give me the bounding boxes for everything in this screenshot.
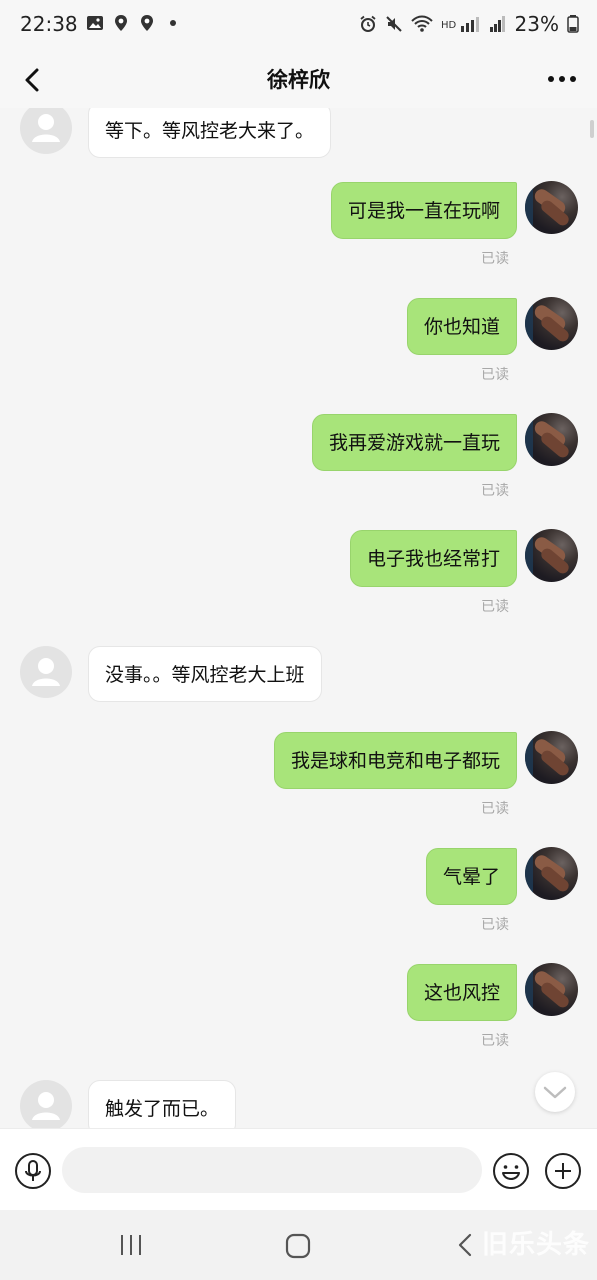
message-bubble[interactable]: 触发了而已。 — [88, 1080, 237, 1128]
dot-icon — [170, 20, 176, 26]
contact-avatar[interactable] — [20, 646, 72, 698]
read-status: 已读 — [481, 1033, 509, 1049]
user-avatar[interactable] — [525, 847, 578, 900]
battery-percent: 23% — [514, 12, 559, 36]
home-icon[interactable] — [284, 1232, 312, 1260]
message-bubble[interactable]: 我再爱游戏就一直玩 — [311, 414, 517, 471]
message-bubble[interactable]: 这也风控 — [406, 964, 517, 1021]
user-avatar[interactable] — [525, 413, 578, 466]
message-bubble[interactable]: 没事。。等风控老大上班 — [88, 646, 322, 702]
scroll-to-bottom-button[interactable] — [535, 1072, 575, 1112]
contact-name: 徐梓欣 — [267, 68, 330, 92]
read-status: 已读 — [481, 599, 509, 615]
more-dots-icon[interactable] — [545, 64, 579, 94]
emoji-icon[interactable] — [492, 1152, 530, 1190]
read-status: 已读 — [481, 917, 509, 933]
signal-icon — [489, 16, 505, 32]
read-status: 已读 — [481, 483, 509, 499]
contact-avatar[interactable] — [20, 108, 72, 154]
status-system-icons: HD 23% — [359, 12, 579, 36]
hd-signal-icon: HD — [441, 17, 479, 32]
mute-icon — [385, 16, 402, 32]
location-icon — [115, 15, 127, 31]
user-avatar[interactable] — [525, 297, 578, 350]
watermark: 旧乐头条 — [481, 1230, 590, 1260]
message-input[interactable] — [62, 1147, 482, 1193]
alarm-icon — [359, 15, 376, 32]
battery-icon — [567, 15, 579, 33]
default-avatar-icon — [32, 658, 60, 686]
input-bar — [0, 1128, 597, 1211]
user-avatar[interactable] — [525, 963, 578, 1016]
message-bubble[interactable]: 等下。等风控老大来了。 — [88, 108, 332, 158]
chat-header: 徐梓欣 — [0, 52, 597, 108]
system-navigation-bar: 旧乐头条 — [0, 1210, 597, 1280]
read-status: 已读 — [481, 367, 509, 383]
status-time: 22:38 — [20, 12, 78, 36]
plus-icon[interactable] — [544, 1152, 582, 1190]
message-bubble[interactable]: 电子我也经常打 — [349, 530, 517, 587]
microphone-icon[interactable] — [14, 1152, 52, 1190]
wifi-icon — [410, 15, 433, 32]
message-bubble[interactable]: 你也知道 — [406, 298, 517, 355]
scrollbar[interactable] — [590, 120, 594, 138]
read-status: 已读 — [481, 801, 509, 817]
status-bar: 22:38 HD 23% — [0, 0, 597, 52]
message-bubble[interactable]: 我是球和电竞和电子都玩 — [273, 732, 517, 789]
message-bubble[interactable]: 气晕了 — [425, 848, 517, 905]
recent-apps-icon[interactable] — [116, 1232, 146, 1258]
default-avatar-icon — [32, 1092, 60, 1120]
svg-text:HD: HD — [441, 20, 457, 31]
contact-avatar[interactable] — [20, 1080, 72, 1128]
default-avatar-icon — [32, 114, 60, 142]
user-avatar[interactable] — [525, 731, 578, 784]
image-icon — [87, 16, 103, 30]
status-notification-icons — [86, 14, 182, 32]
user-avatar[interactable] — [525, 529, 578, 582]
user-avatar[interactable] — [525, 181, 578, 234]
read-status: 已读 — [481, 251, 509, 267]
message-bubble[interactable]: 可是我一直在玩啊 — [330, 182, 517, 239]
location-icon — [141, 15, 153, 31]
message-list[interactable]: 等下。等风控老大来了。 可是我一直在玩啊 已读 你也知道 已读 我再爱游戏就一直… — [0, 108, 597, 1128]
